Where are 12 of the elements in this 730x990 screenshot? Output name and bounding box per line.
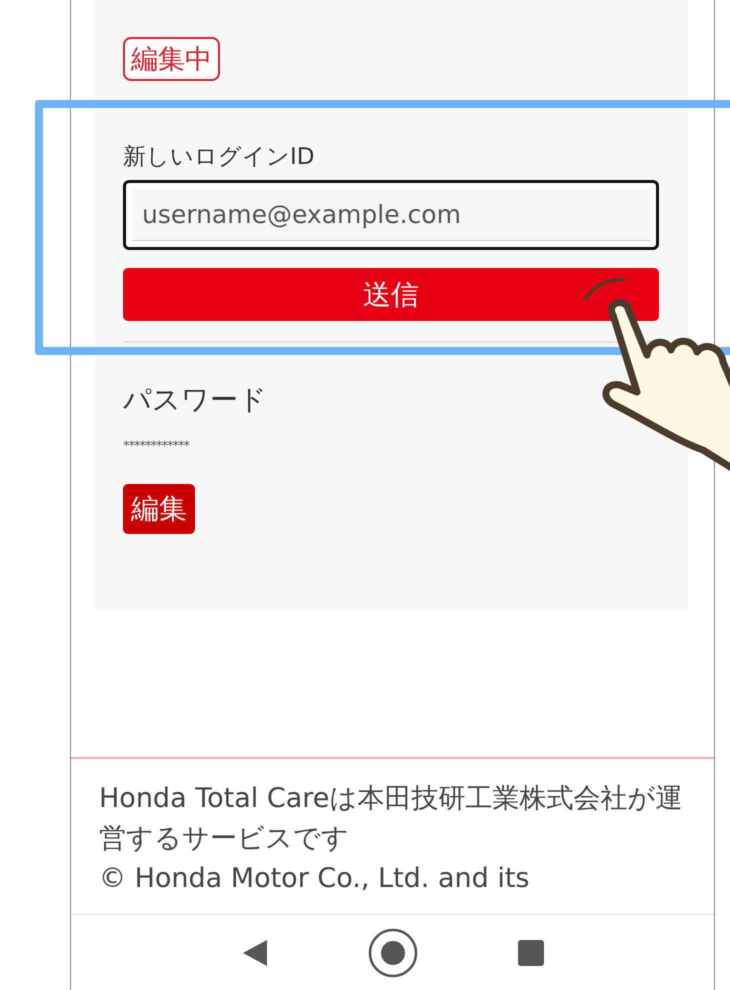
recents-icon[interactable] — [516, 938, 544, 966]
footer-notice: Honda Total Careは本田技研工業株式会社が運営するサービスです — [99, 782, 684, 856]
copyright-text: © Honda Motor Co., Ltd. and its — [99, 862, 530, 896]
back-icon[interactable] — [240, 938, 268, 968]
field-label: 新しいログインID — [123, 143, 314, 172]
login-id-input[interactable]: username@example.com — [123, 180, 659, 250]
home-icon[interactable] — [368, 928, 418, 978]
masked-password: ************ — [123, 439, 189, 454]
submit-button[interactable]: 送信 — [123, 268, 659, 321]
editing-badge: 編集中 — [123, 37, 220, 81]
edit-button[interactable]: 編集 — [123, 484, 195, 534]
field-label: パスワード — [123, 382, 267, 418]
